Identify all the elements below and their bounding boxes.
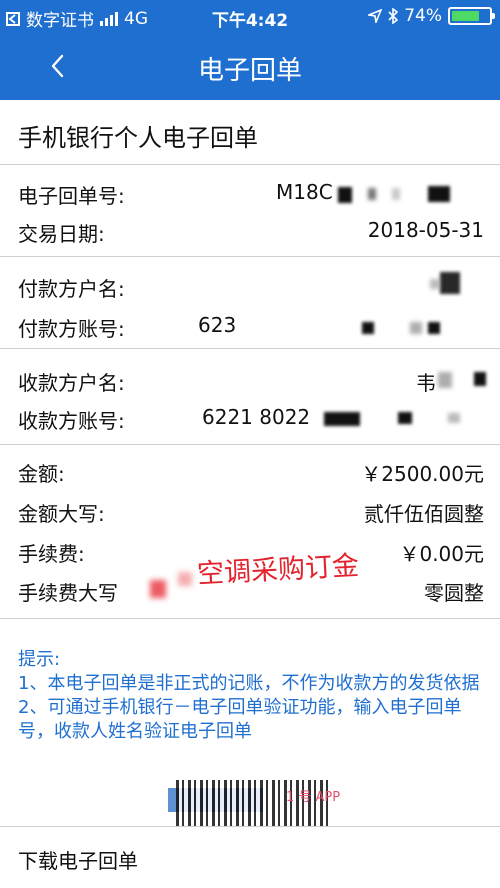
payee-name-label: 收款方户名:: [18, 371, 125, 395]
download-receipt-label: 下载电子回单: [18, 849, 138, 873]
receipt-no-value: M18C: [276, 180, 333, 204]
status-bar: 数字证书 4G 下午4:42 74%: [0, 0, 500, 34]
watermark-strip: 1 号 APP: [168, 780, 378, 826]
tips-section: 提示: 1、本电子回单是非正式的记账，不作为收款方的发货依据 2、可通过手机银行…: [18, 648, 486, 744]
divider: [0, 164, 500, 165]
battery-percent: 74%: [404, 6, 442, 26]
divider: [0, 256, 500, 257]
fee-label: 手续费:: [18, 542, 85, 566]
tips-line-1: 1、本电子回单是非正式的记账，不作为收款方的发货依据: [18, 673, 480, 694]
battery-icon: [448, 7, 495, 25]
amount-caps-value: 贰仟伍佰圆整: [364, 502, 484, 526]
trade-date-label: 交易日期:: [18, 222, 105, 246]
handwritten-note: 空调采购订金: [196, 550, 360, 590]
location-icon: [368, 9, 383, 23]
bluetooth-icon: [388, 8, 399, 24]
payee-account-value: 6221 8022: [202, 405, 311, 429]
fee-caps-value: 零圆整: [424, 581, 484, 605]
divider: [0, 348, 500, 349]
payee-name-value: 韦: [416, 371, 436, 395]
battery-fill: [452, 11, 479, 21]
watermark-brand: 1 号 APP: [286, 790, 341, 805]
payer-account-label: 付款方账号:: [18, 317, 125, 341]
payer-account-value: 623: [198, 313, 237, 337]
download-receipt-button[interactable]: 下载电子回单: [0, 826, 500, 888]
amount-value: ￥2500.00元: [361, 462, 484, 486]
status-right: 74%: [368, 6, 495, 26]
receipt-heading: 手机银行个人电子回单: [18, 124, 258, 152]
divider: [0, 444, 500, 445]
fee-caps-label: 手续费大写: [18, 581, 118, 605]
amount-caps-label: 金额大写:: [18, 502, 105, 526]
receipt-no-label: 电子回单号:: [18, 184, 125, 208]
payer-name-label: 付款方户名:: [18, 277, 125, 301]
nav-bar: 电子回单: [0, 34, 500, 100]
page-title: 电子回单: [197, 56, 302, 86]
payee-account-label: 收款方账号:: [18, 409, 125, 433]
trade-date-value: 2018-05-31: [367, 218, 484, 242]
tips-line-2: 2、可通过手机银行－电子回单验证功能，输入电子回单号，收款人姓名验证电子回单: [18, 697, 462, 742]
fee-value: ￥0.00元: [399, 542, 484, 566]
amount-label: 金额:: [18, 462, 65, 486]
divider: [0, 618, 500, 619]
tips-title: 提示:: [18, 649, 61, 670]
